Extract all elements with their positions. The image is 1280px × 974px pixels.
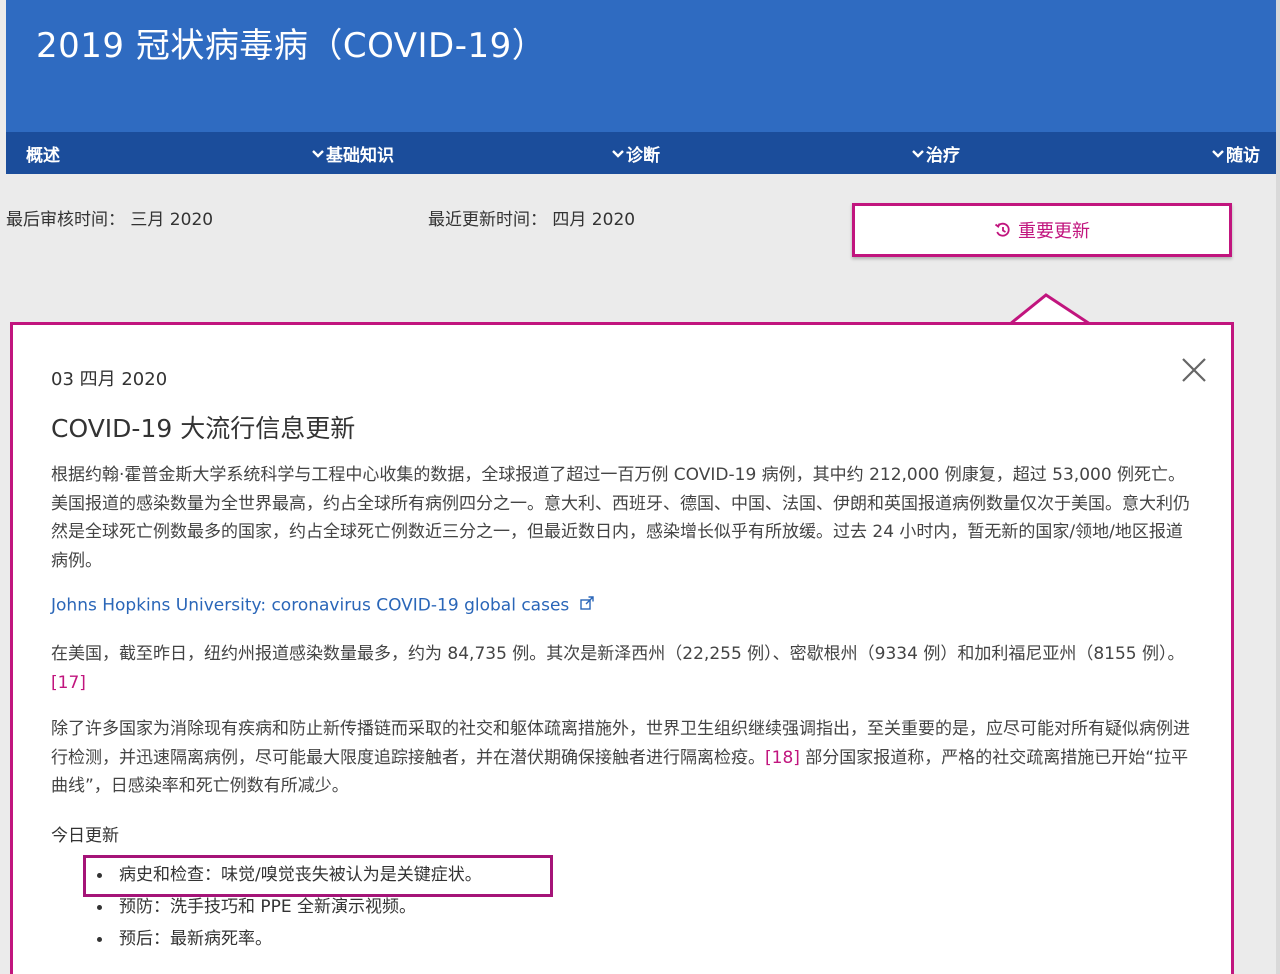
update-paragraph-1: 根据约翰·霍普金斯大学系统科学与工程中心收集的数据，全球报道了超过一百万例 CO… bbox=[51, 465, 1190, 571]
external-link-icon bbox=[579, 595, 595, 616]
section-nav: 概述 基础知识 诊断 治疗 随访 bbox=[6, 132, 1276, 174]
tab-follow-up[interactable]: 随访 bbox=[1226, 132, 1276, 174]
tab-basics[interactable]: 基础知识 bbox=[326, 132, 626, 174]
chevron-down-icon bbox=[310, 145, 326, 161]
reference-18-link[interactable]: [18] bbox=[765, 748, 800, 768]
update-paragraph-2: 在美国，截至昨日，纽约州报道感染数量最多，约为 84,735 例。其次是新泽西州… bbox=[51, 640, 1199, 697]
close-icon[interactable] bbox=[1179, 355, 1209, 385]
list-item: 病史和检查：味觉/嗅觉丧失被认为是关键症状。 bbox=[91, 859, 482, 891]
update-panel: 03 四月 2020 COVID-19 大流行信息更新 根据约翰·霍普金斯大学系… bbox=[10, 322, 1234, 974]
tab-diagnosis[interactable]: 诊断 bbox=[626, 132, 926, 174]
key-update-label: 重要更新 bbox=[1018, 221, 1090, 242]
tab-overview[interactable]: 概述 bbox=[26, 132, 326, 174]
popover-notch bbox=[1010, 293, 1090, 326]
key-update-button[interactable]: 重要更新 bbox=[852, 203, 1232, 257]
tab-treatment-label: 治疗 bbox=[926, 145, 960, 166]
jhu-cases-link[interactable]: Johns Hopkins University: coronavirus CO… bbox=[51, 595, 595, 616]
reference-17-link[interactable]: [17] bbox=[51, 673, 86, 693]
tab-diagnosis-label: 诊断 bbox=[626, 145, 660, 166]
update-date: 03 四月 2020 bbox=[51, 369, 168, 390]
update-title: COVID-19 大流行信息更新 bbox=[51, 414, 356, 443]
page-title: 2019 冠状病毒病（COVID-19） bbox=[36, 26, 547, 66]
last-reviewed: 最后审核时间： 三月 2020 bbox=[6, 210, 214, 230]
today-updates-label: 今日更新 bbox=[51, 826, 119, 846]
today-updates-list: 病史和检查：味觉/嗅觉丧失被认为是关键症状。 预防：洗手技巧和 PPE 全新演示… bbox=[91, 859, 482, 955]
chevron-down-icon bbox=[610, 145, 626, 161]
scrollbar-track[interactable] bbox=[1276, 0, 1280, 974]
page-header: 2019 冠状病毒病（COVID-19） bbox=[6, 0, 1276, 132]
update-paragraph-2-text: 在美国，截至昨日，纽约州报道感染数量最多，约为 84,735 例。其次是新泽西州… bbox=[51, 644, 1185, 664]
list-item: 预后：最新病死率。 bbox=[91, 923, 482, 955]
tab-treatment[interactable]: 治疗 bbox=[926, 132, 1226, 174]
tab-follow-up-label: 随访 bbox=[1226, 145, 1260, 166]
jhu-cases-link-text: Johns Hopkins University: coronavirus CO… bbox=[51, 595, 570, 616]
list-item: 预防：洗手技巧和 PPE 全新演示视频。 bbox=[91, 891, 482, 923]
history-icon bbox=[994, 221, 1012, 239]
chevron-down-icon bbox=[1210, 145, 1226, 161]
tab-basics-label: 基础知识 bbox=[326, 145, 394, 166]
chevron-down-icon bbox=[910, 145, 926, 161]
update-paragraph-3: 除了许多国家为消除现有疾病和防止新传播链而采取的社交和躯体疏离措施外，世界卫生组… bbox=[51, 715, 1199, 801]
tab-overview-label: 概述 bbox=[26, 145, 60, 166]
last-updated: 最近更新时间： 四月 2020 bbox=[428, 210, 636, 230]
